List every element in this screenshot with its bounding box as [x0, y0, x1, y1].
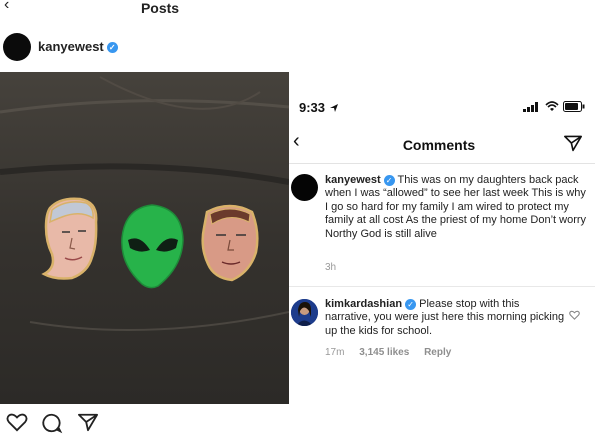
comment-username[interactable]: kimkardashian [325, 298, 402, 310]
verified-badge-icon: ✓ [106, 42, 118, 54]
divider [289, 163, 595, 164]
battery-icon [563, 101, 585, 112]
avatar-photo [291, 299, 318, 326]
face-pin-left [41, 197, 98, 280]
wifi-icon [545, 101, 559, 111]
comments-panel: 9:33 ‹ Comments kanyewest ✓ This was on … [289, 88, 595, 435]
comment-icon[interactable] [41, 412, 63, 434]
send-icon[interactable] [563, 134, 583, 152]
comment-username[interactable]: kanyewest [325, 174, 381, 186]
signal-icon [523, 102, 538, 112]
avatar[interactable] [291, 299, 318, 326]
comment-meta: 17m 3,145 likes Reply [325, 347, 463, 358]
status-bar: 9:33 [289, 88, 595, 124]
verified-badge-icon: ✓ [405, 298, 417, 310]
comments-nav: ‹ Comments [289, 128, 595, 162]
posts-header: ‹ Posts [0, 0, 290, 22]
posts-title: Posts [140, 0, 180, 16]
status-time: 9:33 [299, 100, 339, 115]
post-photo[interactable] [0, 72, 289, 404]
comment-text: kanyewest ✓ This was on my daughters back… [325, 174, 587, 241]
heart-icon[interactable] [6, 412, 28, 432]
reply-button[interactable]: Reply [424, 347, 451, 358]
post-panel: ‹ Posts kanyewest ✓ [0, 0, 290, 435]
likes-count[interactable]: 3,145 likes [359, 347, 409, 358]
status-time-text: 9:33 [299, 100, 326, 115]
username-text[interactable]: kanyewest [38, 39, 104, 54]
divider [289, 286, 595, 287]
avatar[interactable] [291, 174, 318, 201]
post-actions [0, 410, 290, 435]
comments-title: Comments [402, 137, 476, 153]
screenshot-collage: ‹ Posts kanyewest ✓ 9:33 ‹ Comments kany… [0, 0, 595, 435]
heart-icon[interactable] [569, 310, 580, 320]
comment-time: 17m [325, 347, 345, 358]
send-icon[interactable] [77, 412, 99, 432]
post-user-row[interactable]: kanyewest ✓ [0, 30, 290, 62]
verified-badge-icon: ✓ [383, 174, 395, 186]
post-username[interactable]: kanyewest ✓ [38, 39, 118, 54]
location-arrow-icon [329, 104, 338, 112]
comment-time: 3h [325, 262, 337, 273]
comment-kimkardashian: kimkardashian ✓ Please stop with this nar… [325, 298, 565, 338]
backpack-photo-illustration [0, 72, 289, 404]
avatar[interactable] [3, 33, 31, 61]
